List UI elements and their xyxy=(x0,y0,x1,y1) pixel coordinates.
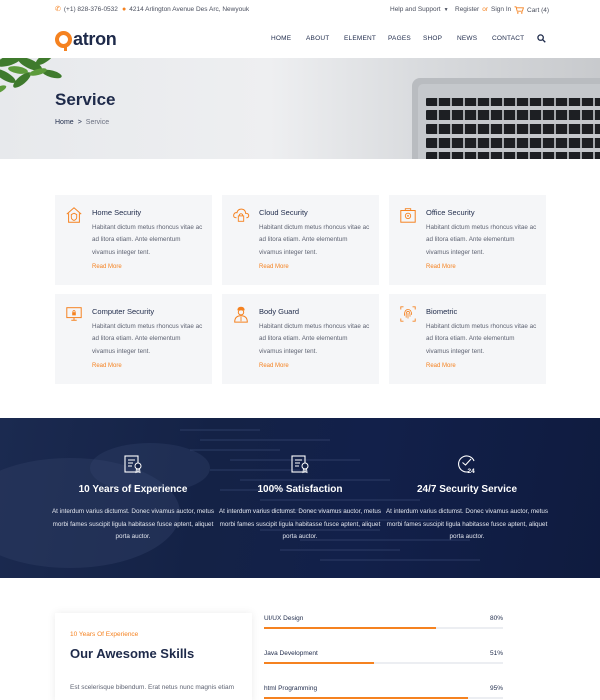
skill-percent: 95% xyxy=(489,685,503,692)
service-title: Office Security xyxy=(426,208,475,217)
skill-track xyxy=(264,627,503,629)
or-separator: or xyxy=(482,6,488,13)
map-pin-icon: ● xyxy=(122,6,127,13)
nav-home[interactable]: HOME xyxy=(271,35,291,42)
site-logo[interactable]: atron xyxy=(55,29,117,51)
office-security-icon xyxy=(400,208,416,223)
phone-contact[interactable]: ✆ (+1) 828-376-0532 xyxy=(55,6,118,13)
skill-track xyxy=(264,662,503,664)
read-more-link[interactable]: Read More xyxy=(92,264,122,270)
read-more-link[interactable]: Read More xyxy=(426,264,456,270)
breadcrumb-home[interactable]: Home xyxy=(55,119,74,126)
help-support-label: Help and Support xyxy=(390,6,441,13)
phone-icon: ✆ xyxy=(55,6,61,13)
help-support-dropdown[interactable]: Help and Support ▼ xyxy=(390,6,449,13)
account-links: Register or Sign In xyxy=(455,6,511,13)
stat-description: At interdum varius dictumst. Donec vivam… xyxy=(385,508,549,540)
certificate-icon xyxy=(291,455,309,474)
stat-title: 100% Satisfaction xyxy=(257,484,343,495)
cart-link[interactable]: Cart (4) xyxy=(514,6,549,14)
read-more-link[interactable]: Read More xyxy=(259,363,289,369)
read-more-link[interactable]: Read More xyxy=(259,264,289,270)
service-description: Habitant dictum metus rhoncus vitae ac a… xyxy=(259,224,370,256)
skill-name: html Programming xyxy=(264,685,318,692)
breadcrumb-current: Service xyxy=(85,119,110,126)
laptop-decoration xyxy=(412,78,600,159)
service-card-office-security: Office Security Habitant dictum metus rh… xyxy=(389,195,546,285)
phone-number: (+1) 828-376-0532 xyxy=(63,6,118,13)
service-title: Cloud Security xyxy=(259,208,308,217)
skill-percent: 80% xyxy=(489,615,503,622)
nav-pages[interactable]: PAGES xyxy=(388,35,411,42)
skill-name: UI/UX Design xyxy=(264,615,304,622)
service-title: Biometric xyxy=(426,307,458,316)
signin-link[interactable]: Sign In xyxy=(491,6,511,13)
skills-eyebrow: 10 Years Of Experience xyxy=(70,631,139,638)
stats-band: 10 Years of Experience At interdum variu… xyxy=(0,418,600,578)
skill-name: Java Development xyxy=(264,650,318,657)
read-more-link[interactable]: Read More xyxy=(92,363,122,369)
skill-percent: 51% xyxy=(489,650,503,657)
service-title: Computer Security xyxy=(92,307,155,316)
service-description: Habitant dictum metus rhoncus vitae ac a… xyxy=(426,323,537,355)
address-contact: ● 4214 Arlington Avenue Des Arc, Newyouk xyxy=(122,6,249,13)
stat-title: 24/7 Security Service xyxy=(416,484,518,495)
page-title: Service xyxy=(55,90,116,109)
skill-fill xyxy=(264,627,437,629)
stat-title: 10 Years of Experience xyxy=(78,484,188,495)
stat-description: At interdum varius dictumst. Donec vivam… xyxy=(51,508,215,540)
nav-contact[interactable]: CONTACT xyxy=(492,35,524,42)
code-background-decoration xyxy=(0,429,480,568)
nav-shop[interactable]: SHOP xyxy=(423,35,442,42)
service-card-cloud-security: Cloud Security Habitant dictum metus rho… xyxy=(222,195,379,285)
service-description: Habitant dictum metus rhoncus vitae ac a… xyxy=(92,224,203,256)
certificate-icon xyxy=(124,455,142,474)
service-description: Habitant dictum metus rhoncus vitae ac a… xyxy=(426,224,537,256)
home-shield-icon xyxy=(66,207,82,223)
computer-lock-icon xyxy=(66,307,82,321)
service-description: Habitant dictum metus rhoncus vitae ac a… xyxy=(92,323,203,355)
breadcrumb-separator: > xyxy=(77,119,82,126)
caret-down-icon: ▼ xyxy=(443,6,449,13)
breadcrumb: Home > Service xyxy=(55,119,109,126)
read-more-link[interactable]: Read More xyxy=(426,363,456,369)
service-card-biometric: Biometric Habitant dictum metus rhoncus … xyxy=(389,294,546,384)
body-guard-icon xyxy=(234,306,248,323)
skill-fill xyxy=(264,697,469,699)
skill-fill xyxy=(264,662,374,664)
service-title: Body Guard xyxy=(259,307,300,316)
skills-text: Est scelerisque bibendum. Erat netus nun… xyxy=(70,684,235,691)
skills-heading: Our Awesome Skills xyxy=(70,646,195,661)
svg-text:24: 24 xyxy=(468,468,476,474)
service-title: Home Security xyxy=(92,208,142,217)
logo-text: atron xyxy=(73,29,117,49)
skill-track xyxy=(264,697,503,699)
service-card-body-guard: Body Guard Habitant dictum metus rhoncus… xyxy=(222,294,379,384)
service-description: Habitant dictum metus rhoncus vitae ac a… xyxy=(259,323,370,355)
fingerprint-icon xyxy=(400,306,416,322)
stat-description: At interdum varius dictumst. Donec vivam… xyxy=(218,508,382,540)
cart-icon xyxy=(514,6,524,14)
nav-news[interactable]: NEWS xyxy=(457,35,477,42)
cart-label: Cart (4) xyxy=(527,6,550,14)
page-hero: Service Home > Service xyxy=(0,58,600,159)
main-header: atron HOME ABOUT ELEMENT PAGES SHOP NEWS… xyxy=(0,22,600,58)
service-card-computer-security: Computer Security Habitant dictum metus … xyxy=(55,294,212,384)
skills-intro-card: 10 Years Of Experience Our Awesome Skill… xyxy=(55,613,252,700)
clock-24-icon: 24 xyxy=(458,455,476,474)
nav-element[interactable]: ELEMENT xyxy=(344,35,376,42)
address-text: 4214 Arlington Avenue Des Arc, Newyouk xyxy=(129,6,250,13)
search-icon[interactable] xyxy=(537,34,546,43)
logo-mark-icon xyxy=(55,31,72,51)
top-bar: ✆ (+1) 828-376-0532 ● 4214 Arlington Ave… xyxy=(0,0,600,22)
register-link[interactable]: Register xyxy=(455,6,479,13)
cloud-lock-icon xyxy=(233,208,250,222)
nav-about[interactable]: ABOUT xyxy=(306,35,329,42)
service-card-home-security: Home Security Habitant dictum metus rhon… xyxy=(55,195,212,285)
